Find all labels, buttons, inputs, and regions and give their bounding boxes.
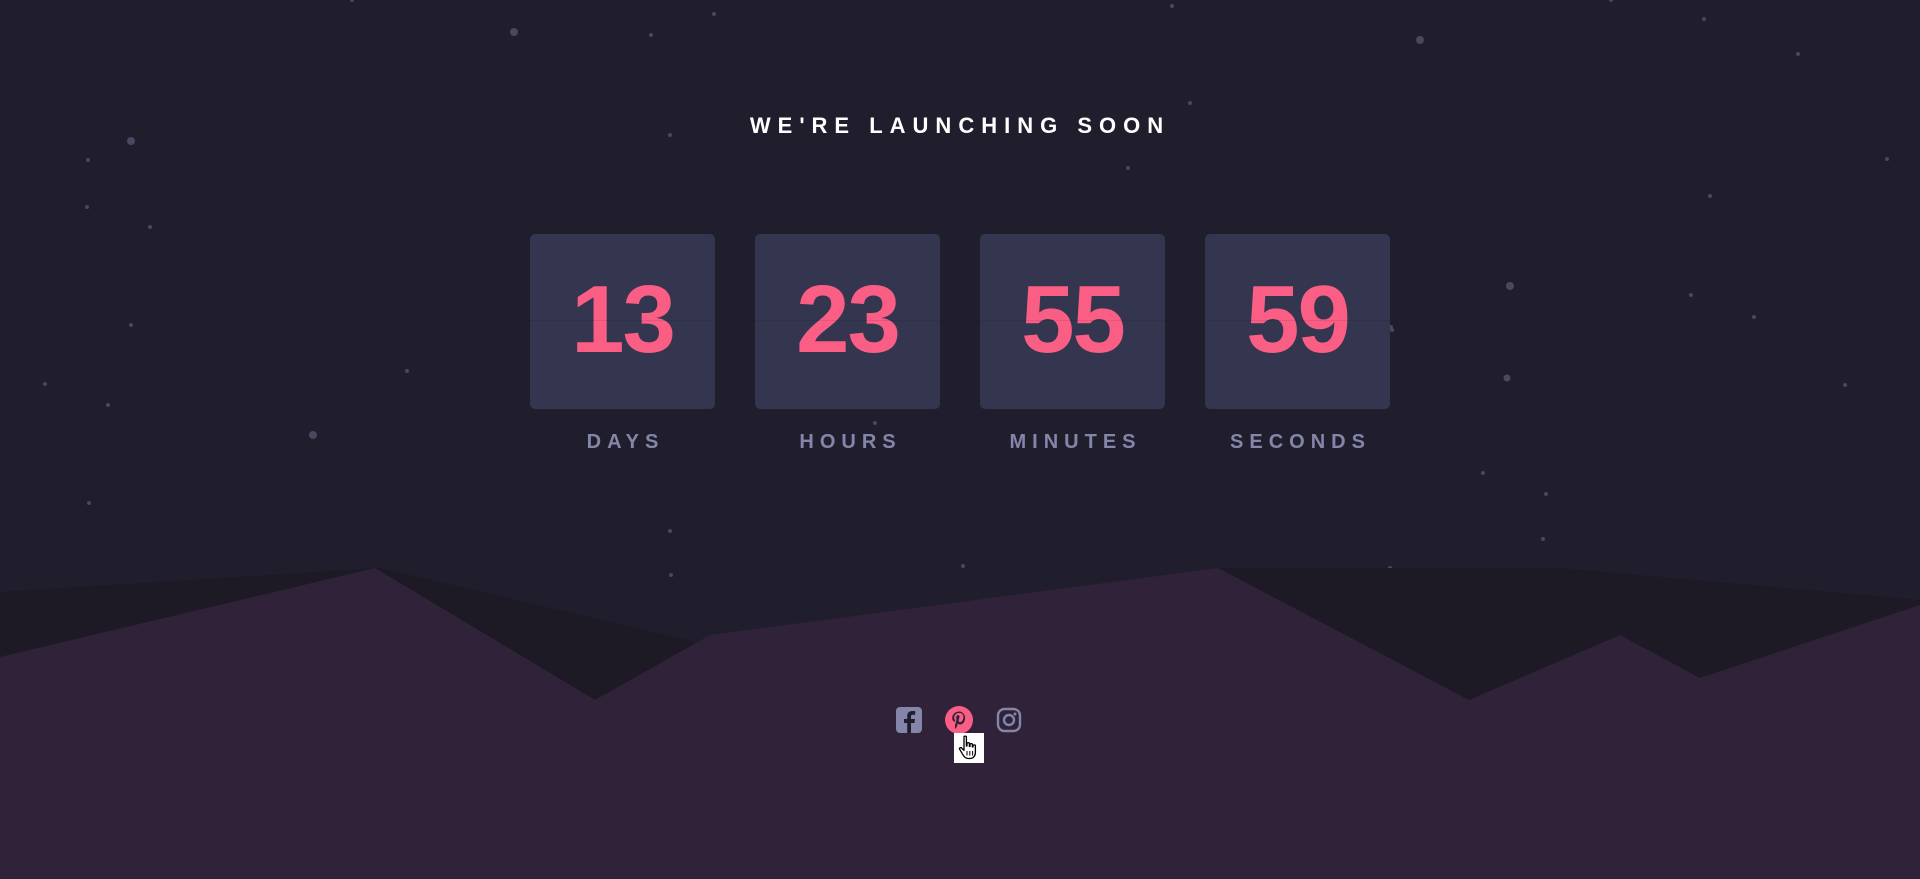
page-title: WE'RE LAUNCHING SOON	[749, 113, 1171, 138]
instagram-icon	[996, 707, 1022, 733]
countdown-seconds: 59 SECONDS	[1205, 234, 1390, 454]
countdown-timer: 13 DAYS 23 HOURS 55 MINUTES 59 SECONDS	[530, 234, 1390, 454]
pinterest-icon	[945, 706, 973, 734]
hours-value: 23	[796, 266, 901, 373]
countdown-minutes: 55 MINUTES	[980, 234, 1165, 454]
countdown-hours: 23 HOURS	[755, 234, 940, 454]
countdown-days: 13 DAYS	[530, 234, 715, 454]
social-links	[894, 705, 1026, 735]
minutes-value: 55	[1021, 266, 1126, 373]
seconds-card: 59	[1205, 234, 1390, 409]
minutes-label: MINUTES	[1009, 431, 1142, 453]
facebook-icon	[896, 707, 922, 733]
pinterest-link[interactable]	[944, 705, 974, 735]
launch-page: WE'RE LAUNCHING SOON 13 DAYS 23 HOURS 55…	[0, 0, 1920, 879]
seconds-label: SECONDS	[1230, 431, 1371, 453]
instagram-link[interactable]	[994, 705, 1024, 735]
days-label: DAYS	[586, 431, 665, 453]
hours-card: 23	[755, 234, 940, 409]
minutes-card: 55	[980, 234, 1165, 409]
days-value: 13	[571, 266, 676, 373]
days-card: 13	[530, 234, 715, 409]
hand-cursor-icon	[954, 733, 984, 763]
hours-label: HOURS	[799, 431, 902, 453]
seconds-value: 59	[1246, 266, 1351, 373]
facebook-link[interactable]	[894, 705, 924, 735]
